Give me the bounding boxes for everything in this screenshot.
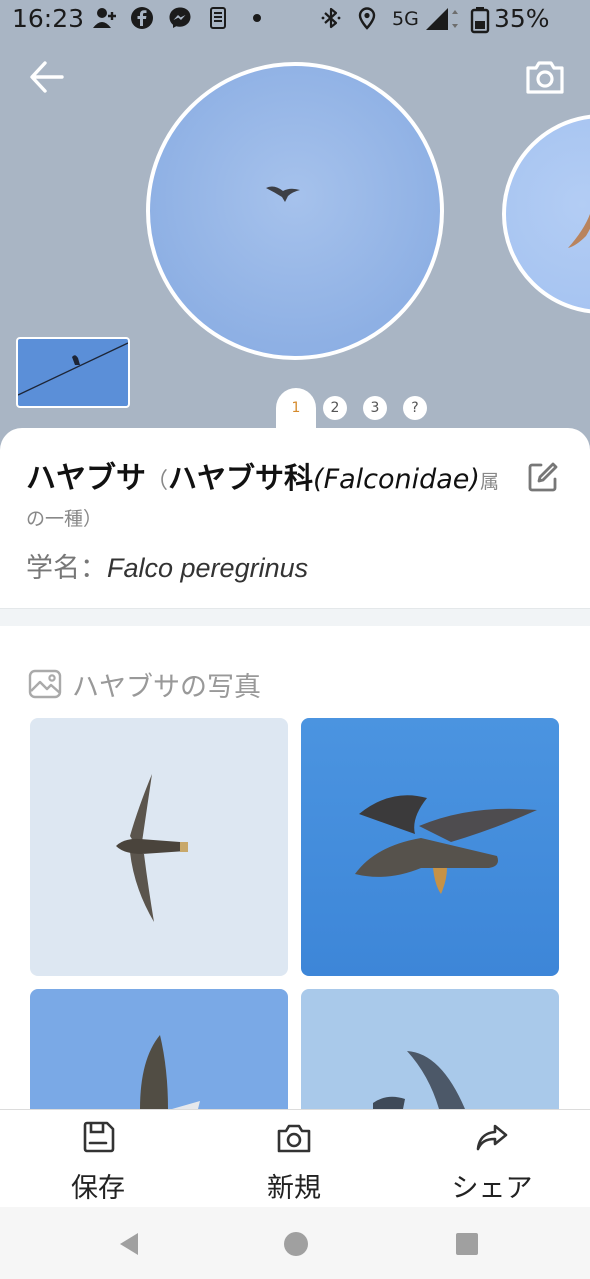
photos-title: ハヤブサの写真 bbox=[72, 671, 261, 703]
genus-suffix-2: の一種） bbox=[26, 508, 103, 530]
network-type: 5G bbox=[392, 8, 419, 30]
image-icon bbox=[28, 669, 62, 699]
battery-icon bbox=[470, 7, 490, 34]
nav-home-icon[interactable] bbox=[281, 1229, 311, 1259]
camera-icon bbox=[277, 1124, 311, 1153]
share-button[interactable]: シェア bbox=[432, 1110, 552, 1208]
save-label: 保存 bbox=[71, 1173, 125, 1204]
family-name[interactable]: ハヤブサ科 bbox=[168, 461, 313, 495]
page-dot-1[interactable]: 1 bbox=[284, 396, 308, 420]
section-divider bbox=[0, 608, 590, 626]
photo-pager: 1 2 3 ? bbox=[0, 388, 590, 432]
photo-tile[interactable] bbox=[30, 989, 288, 1109]
falcon-photo-4 bbox=[373, 1051, 465, 1109]
falcon-photo-1 bbox=[116, 774, 188, 922]
person-add-icon bbox=[93, 8, 116, 28]
share-label: シェア bbox=[451, 1173, 533, 1204]
facebook-icon bbox=[131, 7, 153, 29]
species-card: ハヤブサ（ハヤブサ科(Falconidae)属 の一種） 学名：Falco pe… bbox=[0, 428, 590, 608]
page-dot-unknown[interactable]: ? bbox=[403, 396, 427, 420]
photo-tile[interactable] bbox=[301, 718, 559, 976]
falcon-photo-2 bbox=[355, 795, 537, 894]
falcon-photo-3 bbox=[140, 1035, 200, 1109]
sim-icon bbox=[210, 7, 226, 29]
bottom-action-bar: 保存 新規 シェア bbox=[0, 1109, 590, 1207]
dot-icon bbox=[253, 14, 261, 22]
new-label: 新規 bbox=[267, 1173, 321, 1204]
back-arrow-icon[interactable] bbox=[24, 54, 70, 100]
status-time: 16:23 bbox=[12, 4, 85, 33]
family-latin[interactable]: (Falconidae) bbox=[313, 464, 480, 495]
nav-back-icon[interactable] bbox=[114, 1229, 144, 1259]
system-navigation-bar bbox=[0, 1207, 590, 1279]
falcon-wing bbox=[568, 214, 590, 248]
battery-percent: 35% bbox=[494, 4, 550, 33]
save-button[interactable]: 保存 bbox=[38, 1110, 158, 1208]
signal-icon bbox=[426, 8, 458, 30]
falcon-silhouette bbox=[266, 186, 300, 202]
genus-suffix: 属 bbox=[479, 471, 499, 493]
bluetooth-icon bbox=[321, 7, 341, 29]
species-heading: ハヤブサ（ハヤブサ科(Falconidae)属 の一種） bbox=[26, 460, 526, 538]
main-photo[interactable] bbox=[146, 62, 444, 360]
camera-icon[interactable] bbox=[522, 54, 568, 100]
scientific-name: Falco peregrinus bbox=[107, 553, 309, 583]
scientific-name-row: 学名：Falco peregrinus bbox=[26, 546, 308, 585]
photo-tile[interactable] bbox=[301, 989, 559, 1109]
scientific-name-label: 学名： bbox=[26, 553, 107, 584]
page-dot-2[interactable]: 2 bbox=[323, 396, 347, 420]
share-icon bbox=[476, 1124, 508, 1151]
status-bar: 16:23 5G 35% bbox=[0, 0, 590, 40]
edit-icon[interactable] bbox=[526, 460, 560, 494]
photo-tile[interactable] bbox=[30, 718, 288, 976]
new-button[interactable]: 新規 bbox=[234, 1110, 354, 1208]
nav-recents-icon[interactable] bbox=[452, 1229, 482, 1259]
open-paren: （ bbox=[146, 469, 169, 494]
location-icon bbox=[358, 7, 376, 30]
messenger-icon bbox=[169, 7, 191, 28]
photo-header: 16:23 5G 35% 1 2 3 ? bbox=[0, 0, 590, 470]
save-icon bbox=[83, 1121, 115, 1153]
photos-header: ハヤブサの写真 bbox=[28, 664, 261, 704]
page-dot-3[interactable]: 3 bbox=[363, 396, 387, 420]
next-photo[interactable] bbox=[502, 114, 590, 314]
species-name: ハヤブサ bbox=[26, 461, 146, 496]
